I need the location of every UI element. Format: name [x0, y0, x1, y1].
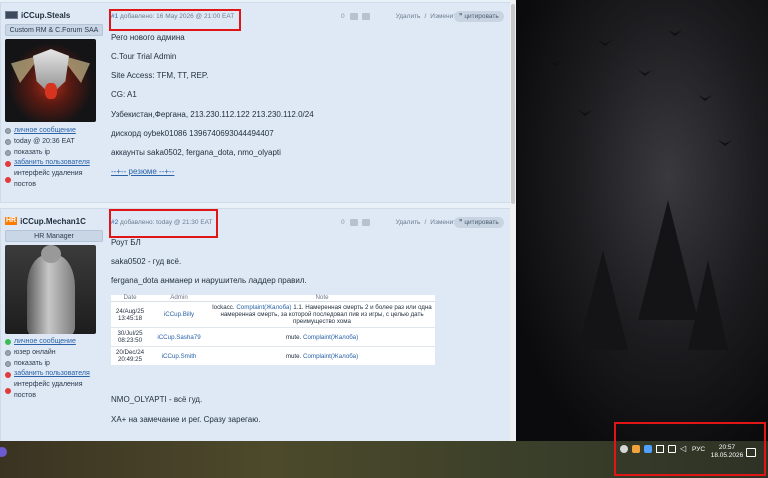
highlight-box: [109, 9, 241, 31]
author-action-pm[interactable]: личное сообщение: [5, 337, 105, 348]
author-role: HR Manager: [5, 230, 103, 242]
thumbs-up-icon[interactable]: [349, 219, 358, 226]
author-last-seen: today @ 20:36 EAT: [5, 137, 105, 148]
author-actions: личное сообщение юзер онлайн показать ip…: [5, 337, 105, 402]
post-actions: 0 Удалить / Изменить: [341, 13, 460, 20]
red-circle-icon: [5, 387, 11, 394]
post-line: Site Access: TFM, TT, REP.: [111, 71, 209, 80]
post-line: Рего нового админа: [111, 33, 185, 42]
delete-post-button[interactable]: Удалить: [396, 13, 421, 20]
red-circle-icon: [5, 176, 11, 183]
admin-link[interactable]: iCCup.Sasha79: [149, 327, 209, 347]
table-row: 24/Aug/25 13:45:18 iCCup.Billy lockacc. …: [111, 301, 435, 328]
author-name[interactable]: HR iCCup.Mechan1C: [5, 215, 105, 227]
avatar: [5, 39, 96, 122]
complaint-link[interactable]: Complaint(Жалоба): [303, 353, 358, 360]
post-line: дискорд oybek01086 1396740693044494407: [111, 129, 274, 138]
author-action-pm[interactable]: личное сообщение: [5, 126, 105, 137]
note-cell: mute. Complaint(Жалоба): [209, 327, 435, 347]
author-action-delete-posts[interactable]: интерфейс удаления постов: [5, 169, 105, 191]
grey-circle-icon: [5, 350, 11, 357]
red-circle-icon: [5, 371, 11, 378]
avatar: [5, 245, 96, 334]
post-line: XA+ на замечание и рег. Сразу зарегаю.: [111, 415, 261, 424]
complaint-link[interactable]: Complaint(Жалоба): [236, 304, 291, 311]
post-line: Роут БЛ: [111, 238, 141, 247]
post-actions: 0 Удалить / Изменить: [341, 219, 460, 226]
post-author-panel: HR iCCup.Mechan1C HR Manager личное сооб…: [5, 215, 105, 402]
thumbs-down-icon[interactable]: [361, 13, 370, 20]
author-actions: личное сообщение today @ 20:36 EAT показ…: [5, 126, 105, 191]
author-action-ban[interactable]: забанить пользователя: [5, 158, 105, 169]
author-name[interactable]: iCCup.Steals: [5, 9, 105, 21]
thumbs-up-icon[interactable]: [349, 13, 358, 20]
quote-button[interactable]: ❞ цитировать: [454, 217, 504, 228]
note-cell: lockacc. Complaint(Жалоба) 1.1. Намеренн…: [209, 301, 435, 328]
author-online-status: юзер онлайн: [5, 348, 105, 359]
post-score: 0: [341, 13, 345, 20]
grey-circle-icon: [5, 139, 11, 146]
complaint-link[interactable]: Complaint(Жалоба): [303, 334, 358, 341]
author-role: Custom RM & C.Forum SAA: [5, 24, 103, 36]
post-score: 0: [341, 219, 345, 226]
delete-post-button[interactable]: Удалить: [396, 219, 421, 226]
post-line: fergana_dota анманер и нарушитель ладдер…: [111, 276, 307, 285]
table-row: 30/Jul/25 08:23:50 iCCup.Sasha79 mute. C…: [111, 327, 435, 347]
table-row: 20/Dec/24 20:49:25 iCCup.Smith mute. Com…: [111, 346, 435, 365]
hr-badge-icon: HR: [5, 217, 18, 225]
admin-link[interactable]: iCCup.Smith: [149, 346, 209, 365]
post-author-panel: iCCup.Steals Custom RM & C.Forum SAA лич…: [5, 9, 105, 191]
red-circle-icon: [5, 160, 11, 167]
grey-circle-icon: [5, 149, 11, 156]
author-action-show-ip[interactable]: показать ip: [5, 359, 105, 370]
forum-post: HR iCCup.Mechan1C HR Manager личное сооб…: [0, 208, 516, 441]
signature-link[interactable]: --+-- резюме --+--: [111, 167, 174, 176]
scrollbar-thumb[interactable]: [511, 4, 515, 204]
author-action-ban[interactable]: забанить пользователя: [5, 369, 105, 380]
forum-post: iCCup.Steals Custom RM & C.Forum SAA лич…: [0, 2, 516, 203]
highlight-box: [614, 422, 766, 476]
highlight-box: [109, 209, 218, 238]
thumbs-down-icon[interactable]: [361, 219, 370, 226]
post-line: saka0502 - гуд всё.: [111, 257, 182, 266]
flag-icon: [5, 11, 18, 19]
author-action-show-ip[interactable]: показать ip: [5, 148, 105, 159]
admin-link[interactable]: iCCup.Billy: [149, 301, 209, 328]
author-action-delete-posts[interactable]: интерфейс удаления постов: [5, 380, 105, 402]
post-line: C.Tour Trial Admin: [111, 52, 177, 61]
penalty-log-table: Date Admin Note 24/Aug/25 13:45:18 iCCup…: [111, 295, 435, 365]
grey-circle-icon: [5, 128, 11, 135]
post-line: аккаунты saka0502, fergana_dota, nmo_oly…: [111, 148, 281, 157]
post-line: CG: A1: [111, 90, 137, 99]
quote-button[interactable]: ❞ цитировать: [454, 11, 504, 22]
green-circle-icon: [5, 339, 11, 346]
grey-circle-icon: [5, 360, 11, 367]
forum-thread: iCCup.Steals Custom RM & C.Forum SAA лич…: [0, 0, 516, 441]
post-line: Узбекистан,Фергана, 213.230.112.122 213.…: [111, 110, 314, 119]
scrollbar[interactable]: [510, 0, 516, 441]
desktop-wallpaper: [518, 0, 768, 441]
app-icon[interactable]: [0, 447, 7, 457]
note-cell: mute. Complaint(Жалоба): [209, 346, 435, 365]
post-line: NMO_OLYAPTI - всё гуд.: [111, 395, 203, 404]
